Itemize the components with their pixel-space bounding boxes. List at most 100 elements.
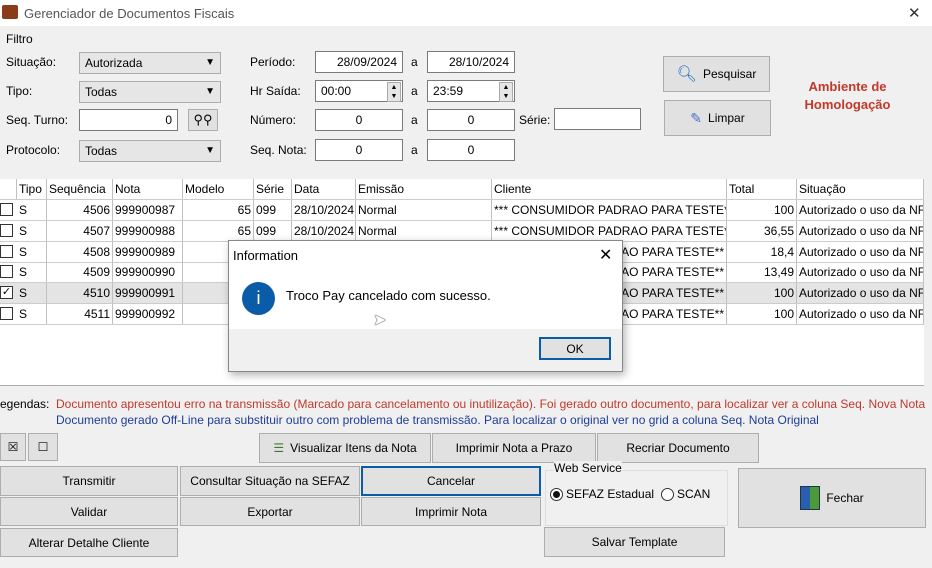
radio-scan[interactable]: SCAN — [661, 487, 710, 501]
cell-nota: 999900992 — [113, 304, 183, 324]
fechar-button[interactable]: Fechar — [738, 468, 926, 528]
check-all-button[interactable]: ☒ — [0, 433, 26, 461]
hr-ate-input[interactable]: 23:59 ▲ ▼ — [427, 80, 515, 102]
cell-total: 100 — [727, 200, 797, 220]
radio-sefaz[interactable]: SEFAZ Estadual — [550, 487, 654, 501]
a-label: a — [411, 143, 418, 157]
transmitir-button[interactable]: Transmitir — [0, 466, 178, 496]
spin-icon[interactable]: ▲ ▼ — [387, 82, 401, 102]
consultar-button[interactable]: Consultar Situação na SEFAZ — [180, 466, 360, 496]
cell-tipo: S — [17, 304, 47, 324]
row-checkbox[interactable]: ✓ — [0, 286, 13, 300]
validar-button[interactable]: Validar — [0, 497, 178, 526]
seq-nota-ate-input[interactable]: 0 — [427, 139, 515, 161]
cell-situacao: Autorizado o uso da NF — [797, 283, 924, 304]
exportar-button[interactable]: Exportar — [180, 497, 360, 526]
numero-de-input[interactable]: 0 — [315, 109, 403, 131]
checkbox-empty-icon: ☐ — [37, 440, 49, 454]
alterar-cliente-button[interactable]: Alterar Detalhe Cliente — [0, 528, 178, 557]
cell-total: 13,49 — [727, 262, 797, 283]
cell-seq: 4510 — [47, 283, 113, 304]
situacao-value: Autorizada — [85, 56, 143, 70]
cell-cliente: *** CONSUMIDOR PADRAO PARA TESTE** — [492, 220, 727, 241]
header-sequencia[interactable]: Sequência — [47, 179, 113, 199]
row-checkbox[interactable] — [0, 307, 13, 320]
eraser-icon: ✎ — [690, 109, 703, 126]
ambiente-label: Ambiente de Homologação — [804, 79, 891, 112]
row-checkbox[interactable] — [0, 265, 13, 279]
cell-nota: 999900990 — [113, 262, 183, 283]
cell-tipo: S — [17, 262, 47, 283]
imprimir-prazo-button[interactable]: Imprimir Nota a Prazo — [432, 433, 596, 463]
header-modelo[interactable]: Modelo — [183, 179, 254, 199]
uncheck-all-button[interactable]: ☐ — [28, 433, 58, 461]
header-cliente[interactable]: Cliente — [492, 179, 727, 199]
pesquisar-label: Pesquisar — [702, 67, 757, 81]
header-total[interactable]: Total — [727, 179, 797, 199]
cell-tipo: S — [17, 241, 47, 262]
search-icon: 🔍︎ — [676, 66, 697, 83]
tipo-label: Tipo: — [6, 84, 33, 98]
header-tipo[interactable]: Tipo — [17, 179, 47, 199]
seq-nota-label: Seq. Nota: — [250, 143, 307, 157]
table-row[interactable]: S 4507 999900988 65 099 28/10/2024 Normal *** C… — [0, 220, 924, 242]
hr-saida-label: Hr Saída: — [250, 84, 301, 98]
table-row[interactable]: S 4506 999900987 65 099 28/10/2024 Normal *** C… — [0, 200, 924, 221]
numero-ate-input[interactable]: 0 — [427, 109, 515, 131]
cell-situacao: Autorizado o uso da NF — [797, 220, 924, 241]
close-icon[interactable]: ✕ — [908, 4, 921, 22]
cell-tipo: S — [17, 283, 47, 304]
seq-nota-de-input[interactable]: 0 — [315, 139, 403, 161]
title-bar: Gerenciador de Documentos Fiscais ✕ — [0, 0, 932, 26]
row-checkbox[interactable] — [0, 244, 13, 258]
row-checkbox[interactable] — [0, 223, 13, 237]
seq-turno-input[interactable]: 0 — [79, 109, 178, 131]
cell-tipo: S — [17, 200, 47, 220]
hr-de-input[interactable]: 00:00 ▲ ▼ — [315, 80, 403, 102]
header-situacao[interactable]: Situação — [797, 179, 924, 199]
chevron-down-icon: ▼ — [205, 86, 215, 97]
checkbox-checked-icon: ☒ — [7, 440, 19, 454]
cell-total: 18,4 — [727, 241, 797, 262]
info-icon: i — [242, 282, 275, 315]
header-serie[interactable]: Série — [254, 179, 292, 199]
header-emissao[interactable]: Emissão — [356, 179, 492, 199]
a-label: a — [411, 113, 418, 127]
dialog-close-icon[interactable]: ✕ — [599, 245, 612, 265]
protocolo-select[interactable]: Todas ▼ — [79, 140, 221, 162]
grid-header: Tipo Sequência Nota Modelo Série Data Em… — [0, 179, 924, 200]
tipo-value: Todas — [85, 85, 118, 99]
tipo-select[interactable]: Todas ▼ — [79, 81, 221, 103]
cell-emissao: Normal — [356, 220, 492, 241]
situacao-label: Situação: — [6, 55, 57, 69]
header-data[interactable]: Data — [292, 179, 356, 199]
spin-icon[interactable]: ▲ ▼ — [499, 82, 513, 102]
cell-data: 28/10/2024 — [292, 220, 356, 241]
ok-button[interactable]: OK — [539, 337, 611, 360]
recriar-button[interactable]: Recriar Documento — [597, 433, 759, 463]
cell-situacao: Autorizado o uso da NF — [797, 304, 924, 324]
serie-input[interactable] — [554, 108, 641, 130]
cell-nota: 999900989 — [113, 241, 183, 262]
legend-red: Documento apresentou erro na transmissão… — [56, 397, 926, 411]
mouse-cursor-icon: ➤ — [373, 312, 387, 329]
header-nota[interactable]: Nota — [113, 179, 183, 199]
visualizar-itens-button[interactable]: ☰ Visualizar Itens da Nota — [259, 433, 431, 463]
cancelar-button[interactable]: Cancelar — [361, 466, 541, 496]
imprimir-nota-button[interactable]: Imprimir Nota — [361, 497, 541, 526]
door-exit-icon — [800, 486, 821, 510]
app-icon — [2, 5, 18, 19]
radio-sefaz-label: SEFAZ Estadual — [566, 487, 655, 501]
binoculars-button[interactable]: ⚲⚲ — [188, 109, 218, 131]
limpar-button[interactable]: ✎ Limpar — [664, 100, 771, 136]
situacao-select[interactable]: Autorizada ▼ — [79, 52, 221, 74]
row-checkbox[interactable] — [0, 203, 13, 216]
cell-modelo: 65 — [183, 220, 254, 241]
cell-serie: 099 — [254, 220, 292, 241]
periodo-de-input[interactable]: 28/09/2024 — [315, 51, 403, 73]
cell-situacao: Autorizado o uso da NF — [797, 241, 924, 262]
dialog-message: Troco Pay cancelado com sucesso. — [286, 288, 491, 303]
salvar-template-button[interactable]: Salvar Template — [544, 527, 725, 557]
pesquisar-button[interactable]: 🔍︎ Pesquisar — [663, 56, 770, 92]
periodo-ate-input[interactable]: 28/10/2024 — [427, 51, 515, 73]
